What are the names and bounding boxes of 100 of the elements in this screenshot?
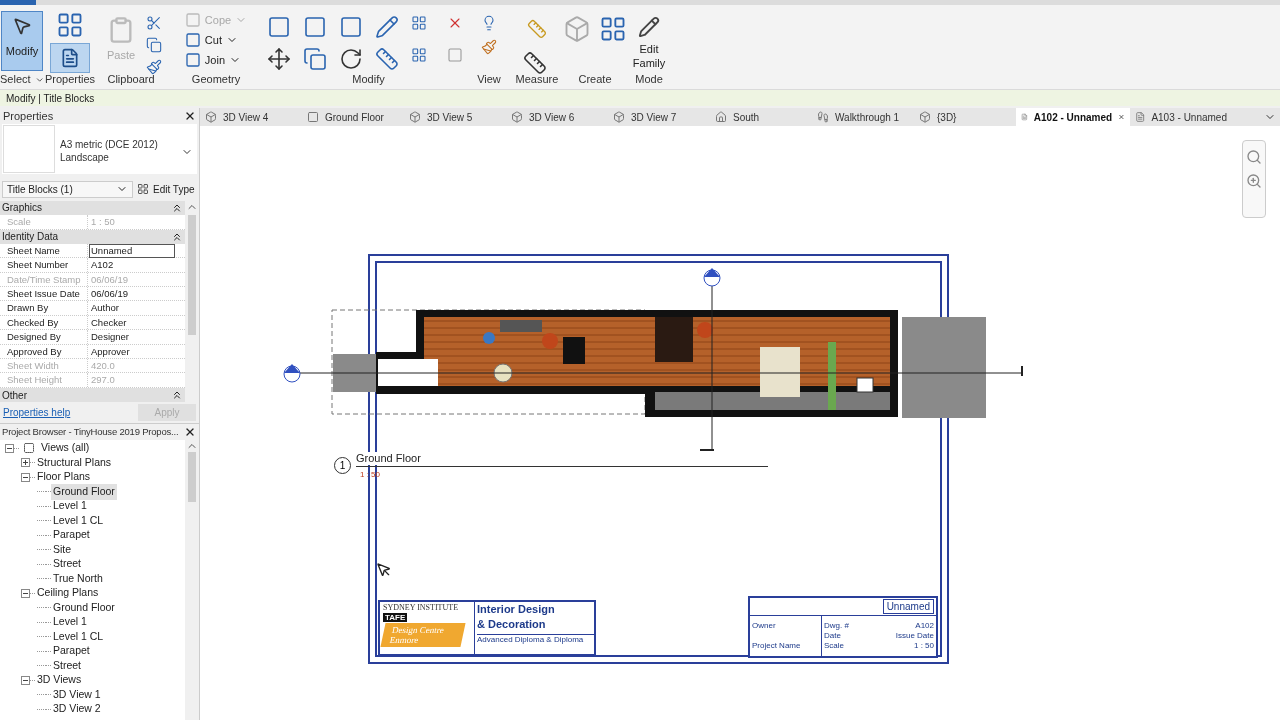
browser-item[interactable]: 3D View 2: [51, 701, 103, 718]
browser-item[interactable]: Street: [51, 657, 83, 674]
zoom-icon[interactable]: [1246, 173, 1262, 189]
scale-value: 1 : 50: [913, 641, 934, 651]
property-group-header[interactable]: Graphics: [0, 200, 185, 216]
paintbrush-icon[interactable]: [146, 59, 162, 75]
properties-button[interactable]: [50, 43, 90, 73]
scale-label: Scale: [824, 641, 845, 651]
footprints-icon: [817, 111, 829, 123]
tool-icon: [184, 52, 201, 68]
collapse-icon: [171, 389, 183, 401]
copy-icon[interactable]: [302, 47, 327, 71]
close-icon[interactable]: [184, 110, 196, 122]
ribbon-button[interactable]: Join: [183, 51, 249, 69]
property-value: 297.0: [90, 373, 115, 387]
expand-toggle-icon[interactable]: [5, 443, 14, 453]
search-icon[interactable]: [1246, 149, 1262, 165]
ribbon-button[interactable]: Edit Family: [628, 11, 670, 71]
house-icon: [715, 111, 727, 123]
move-icon[interactable]: [266, 47, 291, 71]
institute-name: SYDNEY INSTITUTE: [383, 603, 459, 612]
close-icon[interactable]: [184, 426, 196, 438]
browser-item[interactable]: Level 1 CL: [51, 628, 106, 645]
ribbon-group-label[interactable]: Measure: [515, 71, 559, 88]
property-value: 1 : 50: [90, 215, 115, 229]
course-title: & Decoration: [477, 617, 547, 632]
view-tab[interactable]: Ground Floor: [302, 108, 404, 126]
cube-icon: [205, 111, 217, 123]
properties-help-link[interactable]: Properties help: [3, 405, 71, 421]
view-tab[interactable]: A103 - Unnamed: [1130, 108, 1232, 126]
context-bar: Modify | Title Blocks: [0, 90, 1280, 106]
ribbon-button[interactable]: Cut: [183, 31, 249, 49]
tafe-badge: TAFE: [383, 613, 408, 622]
browser-item[interactable]: Ground Floor: [51, 483, 117, 500]
property-value: Author: [90, 301, 119, 315]
type-name: A3 metric (DCE 2012): [60, 138, 158, 151]
browser-item[interactable]: Parapet: [51, 527, 92, 544]
view-tab[interactable]: Walkthrough 1: [812, 108, 914, 126]
browser-item[interactable]: Floor Plans: [35, 469, 93, 486]
ribbon-group-label[interactable]: Properties: [44, 71, 96, 88]
property-value: 06/06/19: [90, 287, 128, 301]
ribbon-group-label[interactable]: Geometry: [191, 71, 241, 88]
view-tab[interactable]: 3D View 7: [608, 108, 710, 126]
browser-item[interactable]: True North: [51, 570, 105, 587]
cube-icon: [613, 111, 625, 123]
browser-item[interactable]: 3D Views: [35, 672, 84, 689]
property-label: Drawn By: [0, 301, 88, 315]
property-value: A102: [90, 258, 114, 272]
measure-icon[interactable]: [523, 51, 547, 75]
instance-filter-dropdown[interactable]: Title Blocks (1): [2, 180, 133, 198]
scrollbar-thumb[interactable]: [188, 452, 196, 502]
cursor-icon: [376, 562, 392, 578]
drawing-number-label: Dwg. #: [824, 621, 850, 631]
expand-toggle-icon[interactable]: [21, 675, 30, 685]
sheet-icon: [60, 48, 80, 68]
ribbon-group-label[interactable]: Clipboard: [107, 71, 155, 88]
tool-icon: [184, 32, 201, 48]
view-tab[interactable]: South: [710, 108, 812, 126]
view-tab[interactable]: 3D View 5: [404, 108, 506, 126]
browser-item[interactable]: Structural Plans: [35, 454, 114, 471]
expand-toggle-icon[interactable]: [21, 588, 30, 598]
type-selector[interactable]: A3 metric (DCE 2012) Landscape: [2, 124, 197, 174]
view-tab[interactable]: {3D}: [914, 108, 1016, 126]
browser-item[interactable]: Site: [51, 541, 74, 558]
view-number: 1: [334, 457, 351, 474]
browser-item[interactable]: Ceiling Plans: [35, 585, 101, 602]
ribbon-button[interactable]: Modify: [1, 11, 43, 71]
plan-icon: [307, 111, 319, 123]
paintbrush-icon[interactable]: [481, 39, 497, 55]
course-title: Interior Design: [477, 602, 556, 617]
browser-item[interactable]: Ground Floor: [51, 599, 117, 616]
award-text: Advanced Diploma & Diploma: [477, 634, 594, 645]
scissors-icon[interactable]: [146, 15, 162, 31]
ribbon-group-label[interactable]: Select: [0, 71, 31, 88]
browser-item[interactable]: Level 1 CL: [51, 512, 106, 529]
property-value: Designer: [90, 330, 130, 344]
ribbon-group-label[interactable]: Mode: [635, 71, 663, 88]
scrollbar-thumb[interactable]: [188, 214, 196, 335]
edit-type-button[interactable]: Edit Type: [137, 181, 195, 197]
browser-item[interactable]: Level 1: [51, 614, 89, 631]
expand-toggle-icon[interactable]: [21, 472, 30, 482]
browser-item[interactable]: Street: [51, 556, 83, 573]
view-tab[interactable]: 3D View 6: [506, 108, 608, 126]
copy-icon[interactable]: [146, 37, 162, 53]
lightbulb-icon[interactable]: [481, 15, 497, 31]
ribbon-group-label[interactable]: Modify: [352, 71, 385, 88]
rotate-icon[interactable]: [338, 47, 363, 71]
view-tab[interactable]: A102 - Unnamed: [1016, 108, 1130, 126]
ribbon-group-label[interactable]: Create: [578, 71, 612, 88]
property-label: Sheet Width: [0, 359, 88, 373]
property-value-field[interactable]: Unnamed: [89, 243, 175, 258]
browser-item[interactable]: Level 1: [51, 498, 89, 515]
property-label: Scale: [0, 215, 88, 229]
property-value: 420.0: [90, 359, 115, 373]
view-tab[interactable]: 3D View 4: [200, 108, 302, 126]
browser-item[interactable]: 3D View 1: [51, 686, 103, 703]
browser-item[interactable]: Parapet: [51, 643, 92, 660]
expand-toggle-icon[interactable]: [21, 458, 30, 468]
ribbon-group-label[interactable]: View: [477, 71, 501, 88]
browser-item[interactable]: Views (all): [39, 440, 92, 457]
